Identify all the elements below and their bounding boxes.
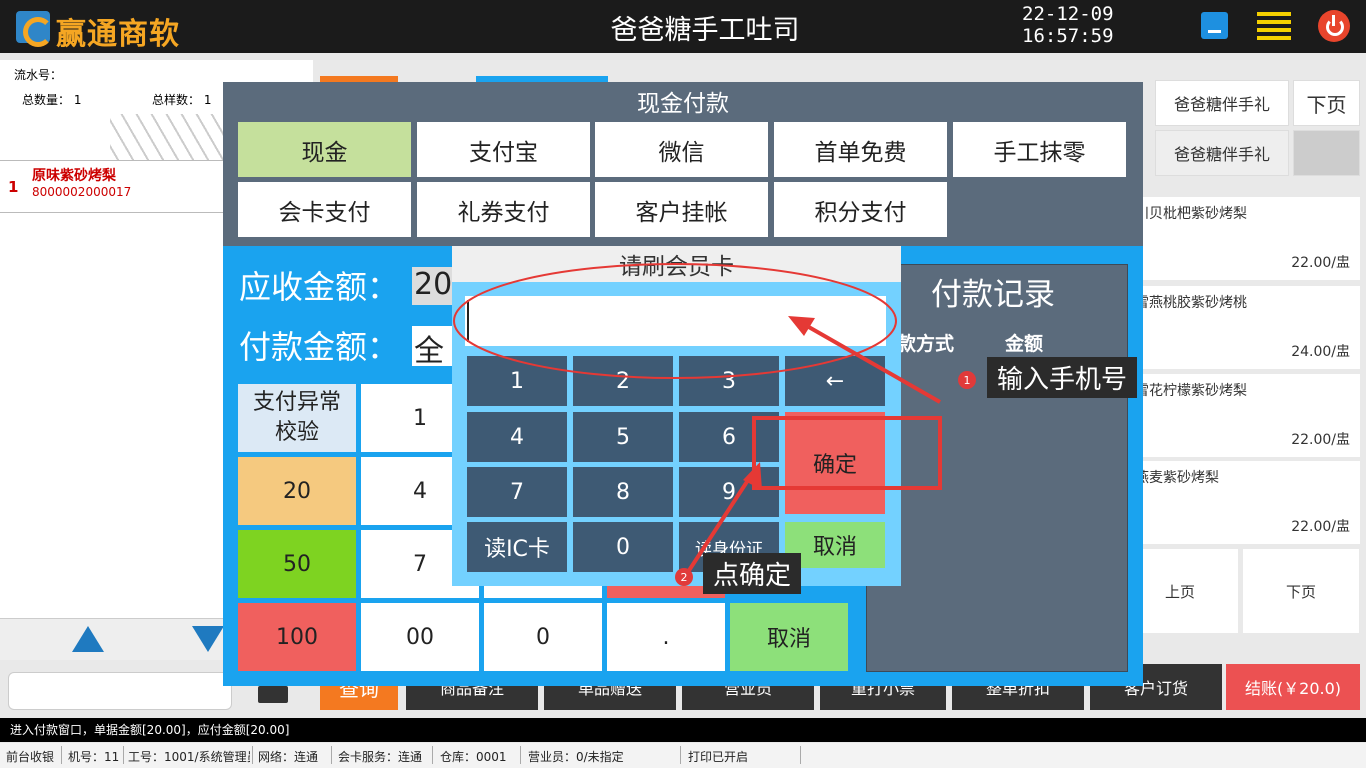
input-highlight-ellipse <box>453 263 897 379</box>
step-2-tooltip: 点确定 <box>703 553 802 594</box>
annotation-overlay <box>453 263 942 574</box>
confirm-highlight-box <box>752 416 942 490</box>
arrow-1-line <box>799 320 941 404</box>
step-1-badge: 1 <box>958 371 976 389</box>
step-1-tooltip: 输入手机号 <box>987 357 1138 398</box>
step-2-badge: 2 <box>675 568 693 586</box>
